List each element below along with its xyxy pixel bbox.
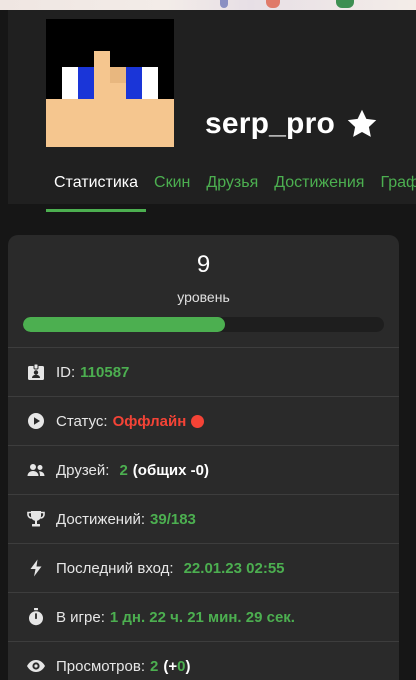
level-progress-bar bbox=[23, 317, 384, 332]
stat-row-achievements: Достижений: 39/183 bbox=[8, 495, 399, 544]
views-delta-suffix: ) bbox=[185, 657, 191, 675]
friends-value[interactable]: 2 bbox=[119, 462, 127, 479]
status-label: Статус: bbox=[56, 412, 108, 430]
username: serp_pro bbox=[205, 107, 335, 140]
avatar bbox=[46, 19, 174, 147]
level-value: 9 bbox=[196, 251, 211, 278]
stat-row-playtime: В игре: 1 дн. 22 ч. 21 мин. 29 сек. bbox=[8, 593, 399, 642]
username-row: serp_pro bbox=[205, 106, 380, 142]
offline-indicator bbox=[191, 414, 205, 428]
achievements-label: Достижений: bbox=[56, 510, 146, 528]
views-value: 2 bbox=[149, 657, 159, 675]
stat-row-id: ID: 110587 bbox=[8, 348, 399, 397]
views-label: Просмотров: bbox=[56, 657, 145, 675]
id-value: 110587 bbox=[80, 363, 130, 381]
achievements-value[interactable]: 39/183 bbox=[150, 511, 196, 528]
views-delta-value: 0 bbox=[177, 657, 186, 675]
stats-card: 9 уровень ID: 110587 Статус: Оффлайн Дру… bbox=[8, 235, 399, 680]
friends-label: Друзей: bbox=[56, 461, 110, 479]
tab-friends[interactable]: Друзья bbox=[198, 168, 266, 212]
level-label: уровень bbox=[177, 289, 230, 305]
id-card-icon bbox=[28, 363, 44, 380]
friends-common-prefix: (общих - bbox=[132, 461, 196, 479]
id-label: ID: bbox=[56, 363, 76, 381]
eye-icon bbox=[27, 660, 45, 672]
playtime-value: 1 дн. 22 ч. 21 мин. 29 сек. bbox=[109, 608, 295, 626]
trophy-icon bbox=[27, 511, 45, 527]
tab-graph[interactable]: Граф bbox=[372, 168, 416, 212]
last-login-label: Последний вход: bbox=[56, 559, 174, 577]
lightning-icon bbox=[30, 559, 42, 577]
tab-statistics[interactable]: Статистика bbox=[46, 168, 147, 212]
users-icon bbox=[27, 464, 45, 476]
stat-row-friends: Друзей: 2 (общих - 0) bbox=[8, 446, 399, 495]
friends-common-value: 0 bbox=[195, 461, 204, 479]
last-login-value: 22.01.23 02:55 bbox=[183, 559, 285, 577]
tab-skin[interactable]: Скин bbox=[146, 168, 198, 212]
status-value: Оффлайн bbox=[112, 412, 187, 430]
play-circle-icon bbox=[28, 413, 44, 429]
tab-achievements[interactable]: Достижения bbox=[266, 168, 372, 212]
views-delta-prefix: (+ bbox=[163, 657, 178, 675]
playtime-label: В игре: bbox=[56, 608, 105, 626]
profile-tabs: Статистика Скин Друзья Достижения Граф bbox=[46, 168, 416, 212]
stat-row-views: Просмотров: 2 (+ 0) bbox=[8, 642, 399, 680]
profile-header: serp_pro Статистика Скин Друзья Достижен… bbox=[8, 10, 416, 212]
top-banner bbox=[0, 0, 416, 10]
stopwatch-icon bbox=[29, 608, 43, 626]
friends-common-suffix: ) bbox=[203, 461, 209, 479]
stat-row-status: Статус: Оффлайн bbox=[8, 397, 399, 446]
stat-row-last-login: Последний вход: 22.01.23 02:55 bbox=[8, 544, 399, 593]
level-progress-fill bbox=[23, 317, 226, 332]
star-icon[interactable] bbox=[344, 106, 380, 142]
level-box: 9 уровень bbox=[8, 235, 399, 348]
